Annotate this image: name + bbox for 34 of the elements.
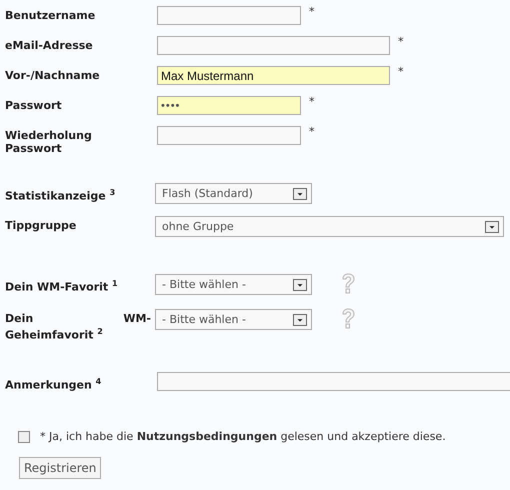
input-field[interactable]	[157, 6, 301, 25]
help-icon[interactable]	[340, 308, 356, 330]
field-label: Wiederholung Passwort	[5, 128, 93, 155]
required-mark: *	[398, 36, 404, 47]
required-mark: *	[309, 96, 314, 107]
terms-text: * Ja, ich habe die Nutzungsbedingungen gelesen und akzeptiere diese.	[40, 430, 446, 444]
dropdown[interactable]: Flash (Standard)	[155, 183, 312, 204]
field-label: Dein WM-Favorit $^{1}$	[5, 278, 119, 294]
field-label: Statistikanzeige $^{3}$	[5, 187, 116, 203]
checkbox[interactable]	[18, 430, 30, 443]
dropdown[interactable]: ohne Gruppe	[155, 216, 504, 237]
register-button[interactable]: Registrieren	[19, 457, 102, 480]
caret-icon	[293, 188, 307, 200]
password-field[interactable]	[157, 126, 301, 145]
password-field[interactable]: ••••	[157, 96, 301, 115]
required-mark: *	[398, 66, 404, 77]
input-field[interactable]	[157, 36, 390, 55]
caret-icon	[293, 278, 307, 290]
dropdown[interactable]: - Bitte wählen -	[155, 309, 312, 330]
required-mark: *	[309, 126, 314, 137]
field-label: Passwort	[5, 98, 63, 112]
field-label: Benutzername	[5, 8, 96, 22]
dropdown[interactable]: - Bitte wählen -	[155, 274, 312, 295]
input-field[interactable]	[157, 372, 510, 391]
caret-icon	[485, 220, 499, 232]
field-label: Dein WM-Geheimfavorit $^{2}$	[5, 311, 151, 342]
field-label: Tippgruppe	[5, 218, 78, 232]
required-mark: *	[309, 6, 314, 17]
field-label: eMail-Adresse	[5, 38, 94, 52]
help-icon[interactable]	[340, 273, 356, 295]
field-label: Vor-/Nachname	[5, 68, 101, 82]
caret-icon	[293, 314, 307, 326]
input-field[interactable]: Max Mustermann	[157, 66, 390, 85]
field-label: Anmerkungen $^{4}$	[5, 376, 102, 392]
